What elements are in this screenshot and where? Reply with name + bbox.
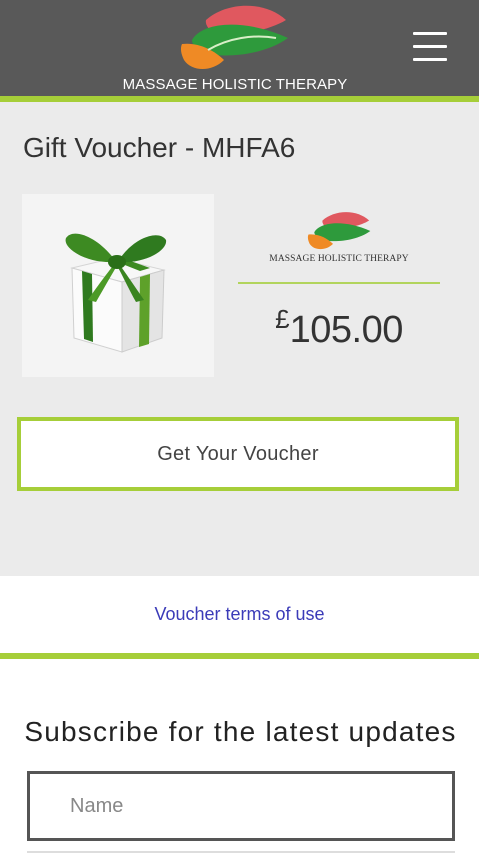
price: £105.00	[238, 304, 440, 352]
price-amount: 105.00	[289, 309, 404, 351]
voucher-brand-name: MASSAGE HOLISTIC THERAPY	[269, 254, 409, 264]
three-leaves-logo-icon[interactable]	[178, 2, 294, 74]
price-currency: £	[275, 304, 290, 334]
voucher-logo-icon	[305, 210, 375, 252]
subscribe-title: Subscribe for the latest updates	[24, 716, 457, 747]
product-title: Gift Voucher - MHFA6	[23, 132, 296, 163]
voucher-terms-link[interactable]: Voucher terms of use	[0, 604, 479, 625]
voucher-divider	[238, 282, 440, 284]
product-image	[22, 194, 214, 377]
name-input[interactable]	[27, 771, 455, 841]
hamburger-menu-icon[interactable]	[408, 28, 452, 66]
gift-box-icon	[65, 233, 167, 353]
brand-name: MASSAGE HOLISTIC THERAPY	[122, 76, 348, 93]
site-header: MASSAGE HOLISTIC THERAPY	[0, 0, 479, 96]
product-section: Gift Voucher - MHFA6 MASSAGE HOLISTIC TH…	[0, 102, 479, 576]
get-voucher-button[interactable]: Get Your Voucher	[17, 417, 459, 491]
section-divider	[0, 653, 479, 659]
